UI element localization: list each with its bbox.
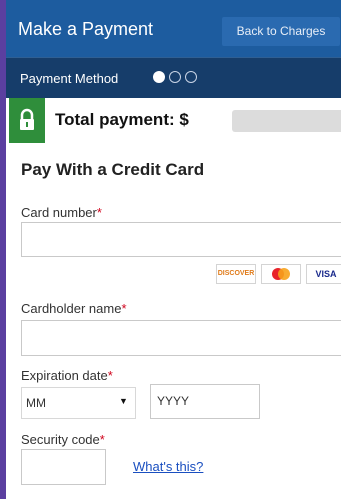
payment-method-label: Payment Method — [20, 71, 119, 86]
card-number-label: Card number* — [21, 205, 102, 220]
header-bar: Make a Payment Back to Charges — [6, 0, 341, 57]
expiration-year-input[interactable]: YYYY — [150, 384, 260, 419]
expiration-month-select[interactable]: MM ▼ — [21, 387, 136, 419]
expiration-date-label-text: Expiration date — [21, 368, 108, 383]
cardholder-name-input[interactable] — [21, 320, 341, 356]
lock-badge — [9, 98, 45, 143]
total-payment-label: Total payment: $ — [55, 110, 189, 129]
security-code-label-text: Security code — [21, 432, 100, 447]
card-number-input[interactable] — [21, 222, 341, 257]
card-number-label-text: Card number — [21, 205, 97, 220]
required-marker: * — [96, 205, 102, 220]
dropdown-arrow-icon: ▼ — [119, 396, 128, 406]
lock-icon — [20, 108, 34, 130]
cardholder-name-label-text: Cardholder name — [21, 301, 122, 316]
whats-this-link[interactable]: What's this? — [133, 459, 203, 474]
section-title: Pay With a Credit Card — [21, 160, 205, 179]
step-indicator-2 — [169, 71, 181, 83]
required-marker: * — [121, 301, 127, 316]
payment-panel: Make a Payment Back to Charges Payment M… — [6, 0, 341, 499]
total-payment-row: Total payment: $ — [9, 98, 341, 143]
redacted-amount — [232, 110, 341, 132]
payment-method-bar: Payment Method — [6, 57, 341, 98]
discover-icon: DISCOVER — [216, 264, 256, 284]
required-marker: * — [99, 432, 105, 447]
required-marker: * — [107, 368, 113, 383]
expiration-date-label: Expiration date* — [21, 368, 113, 383]
cardholder-name-label: Cardholder name* — [21, 301, 127, 316]
security-code-input[interactable] — [21, 449, 106, 485]
security-code-label: Security code* — [21, 432, 105, 447]
step-indicator-3 — [185, 71, 197, 83]
step-indicator-1 — [153, 71, 165, 83]
back-to-charges-button[interactable]: Back to Charges — [222, 17, 340, 46]
month-select-value: MM — [26, 396, 46, 410]
visa-icon: VISA — [306, 264, 341, 284]
page-title: Make a Payment — [18, 19, 154, 39]
mastercard-icon — [261, 264, 301, 284]
